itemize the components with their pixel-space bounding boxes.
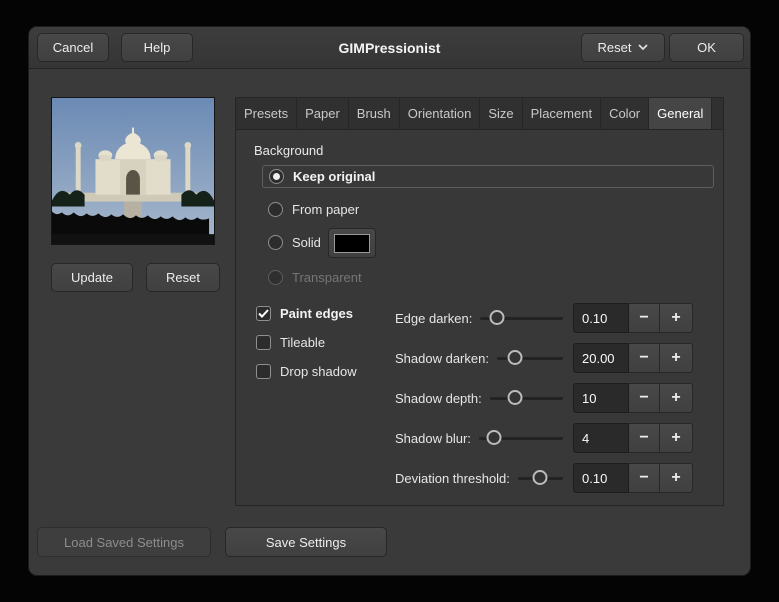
tab-color[interactable]: Color (601, 98, 650, 129)
radio-from-paper[interactable]: From paper (268, 198, 359, 220)
drop-shadow-checkbox-box (256, 363, 271, 379)
plus-button[interactable]: + (660, 423, 693, 453)
radio-dot-keep-original (269, 169, 284, 184)
shadow-blur-value[interactable]: 4 (573, 423, 629, 453)
deviation-threshold-value[interactable]: 0.10 (573, 463, 629, 493)
edge-darken-slider[interactable] (480, 310, 563, 326)
slider-knob[interactable] (486, 430, 502, 445)
background-heading: Background (254, 143, 324, 158)
slider-knob[interactable] (507, 350, 523, 365)
load-saved-settings-button: Load Saved Settings (37, 527, 211, 557)
radio-solid-label: Solid (292, 234, 321, 250)
solid-color-button[interactable] (328, 228, 376, 258)
shadow-blur-label: Shadow blur: (395, 430, 471, 446)
shadow-blur-spinner: 4 − + (573, 423, 693, 453)
param-row-edge-darken: Edge darken: 0.10 − + (395, 303, 693, 333)
plus-button[interactable]: + (660, 383, 693, 413)
ok-button[interactable]: OK (669, 33, 744, 62)
shadow-darken-value[interactable]: 20.00 (573, 343, 629, 373)
slider-knob[interactable] (532, 470, 548, 485)
checkbox-tileable[interactable]: Tileable (256, 331, 325, 353)
radio-transparent: Transparent (268, 266, 362, 288)
deviation-threshold-slider[interactable] (517, 470, 563, 486)
paint-edges-label: Paint edges (280, 305, 353, 321)
update-preview-button[interactable]: Update (51, 263, 133, 292)
minus-button[interactable]: − (629, 303, 660, 333)
header-bar: GIMPressionist Cancel Help Reset OK (29, 27, 750, 69)
cancel-button[interactable]: Cancel (37, 33, 109, 62)
tab-brush[interactable]: Brush (349, 98, 400, 129)
minus-button[interactable]: − (629, 383, 660, 413)
tileable-checkbox-box (256, 334, 271, 350)
settings-notebook: Presets Paper Brush Orientation Size Pla… (235, 97, 724, 506)
reset-preview-button[interactable]: Reset (146, 263, 220, 292)
check-icon (258, 308, 269, 318)
tab-bar: Presets Paper Brush Orientation Size Pla… (236, 98, 723, 130)
slider-trough (489, 397, 563, 400)
reset-menu-button[interactable]: Reset (581, 33, 665, 62)
tab-general[interactable]: General (649, 98, 713, 129)
tab-presets[interactable]: Presets (236, 98, 298, 129)
radio-dot-transparent (268, 269, 283, 285)
radio-solid[interactable]: Solid (268, 231, 321, 253)
tab-size[interactable]: Size (480, 98, 523, 129)
radio-dot-solid (268, 234, 283, 250)
shadow-darken-label: Shadow darken: (395, 350, 489, 366)
preview-image (51, 97, 215, 245)
param-row-shadow-depth: Shadow depth: 10 − + (395, 383, 693, 413)
solid-color-swatch (334, 233, 370, 253)
edge-darken-value[interactable]: 0.10 (573, 303, 629, 333)
slider-knob[interactable] (489, 310, 505, 325)
shadow-depth-value[interactable]: 10 (573, 383, 629, 413)
gimpressionist-dialog: GIMPressionist Cancel Help Reset OK Upda… (28, 26, 751, 576)
save-settings-button[interactable]: Save Settings (225, 527, 387, 557)
radio-transparent-label: Transparent (292, 269, 362, 285)
slider-knob[interactable] (507, 390, 523, 405)
shadow-blur-slider[interactable] (478, 430, 563, 446)
edge-darken-label: Edge darken: (395, 310, 473, 326)
help-button[interactable]: Help (121, 33, 193, 62)
drop-shadow-label: Drop shadow (280, 363, 357, 379)
deviation-threshold-label: Deviation threshold: (395, 470, 510, 486)
shadow-darken-spinner: 20.00 − + (573, 343, 693, 373)
chevron-down-icon (638, 44, 649, 51)
paint-edges-checkbox-box (256, 305, 271, 321)
tab-paper[interactable]: Paper (297, 98, 349, 129)
tab-orientation[interactable]: Orientation (400, 98, 481, 129)
radio-keep-original-label: Keep original (293, 169, 376, 184)
plus-button[interactable]: + (660, 303, 693, 333)
plus-button[interactable]: + (660, 343, 693, 373)
reset-menu-label: Reset (597, 40, 632, 55)
radio-keep-original[interactable]: Keep original (262, 165, 714, 188)
minus-button[interactable]: − (629, 463, 660, 493)
radio-from-paper-label: From paper (292, 201, 360, 217)
shadow-depth-label: Shadow depth: (395, 390, 482, 406)
minus-button[interactable]: − (629, 343, 660, 373)
radio-dot-from-paper (268, 201, 283, 217)
deviation-threshold-spinner: 0.10 − + (573, 463, 693, 493)
checkbox-paint-edges[interactable]: Paint edges (256, 302, 353, 324)
param-row-deviation-threshold: Deviation threshold: 0.10 − + (395, 463, 693, 493)
slider-trough (496, 357, 563, 360)
param-row-shadow-darken: Shadow darken: 20.00 − + (395, 343, 693, 373)
shadow-depth-slider[interactable] (489, 390, 563, 406)
edge-darken-spinner: 0.10 − + (573, 303, 693, 333)
tab-placement[interactable]: Placement (523, 98, 602, 129)
shadow-darken-slider[interactable] (496, 350, 563, 366)
tileable-label: Tileable (280, 334, 326, 350)
param-row-shadow-blur: Shadow blur: 4 − + (395, 423, 693, 453)
plus-button[interactable]: + (660, 463, 693, 493)
shadow-depth-spinner: 10 − + (573, 383, 693, 413)
minus-button[interactable]: − (629, 423, 660, 453)
checkbox-drop-shadow[interactable]: Drop shadow (256, 360, 357, 382)
